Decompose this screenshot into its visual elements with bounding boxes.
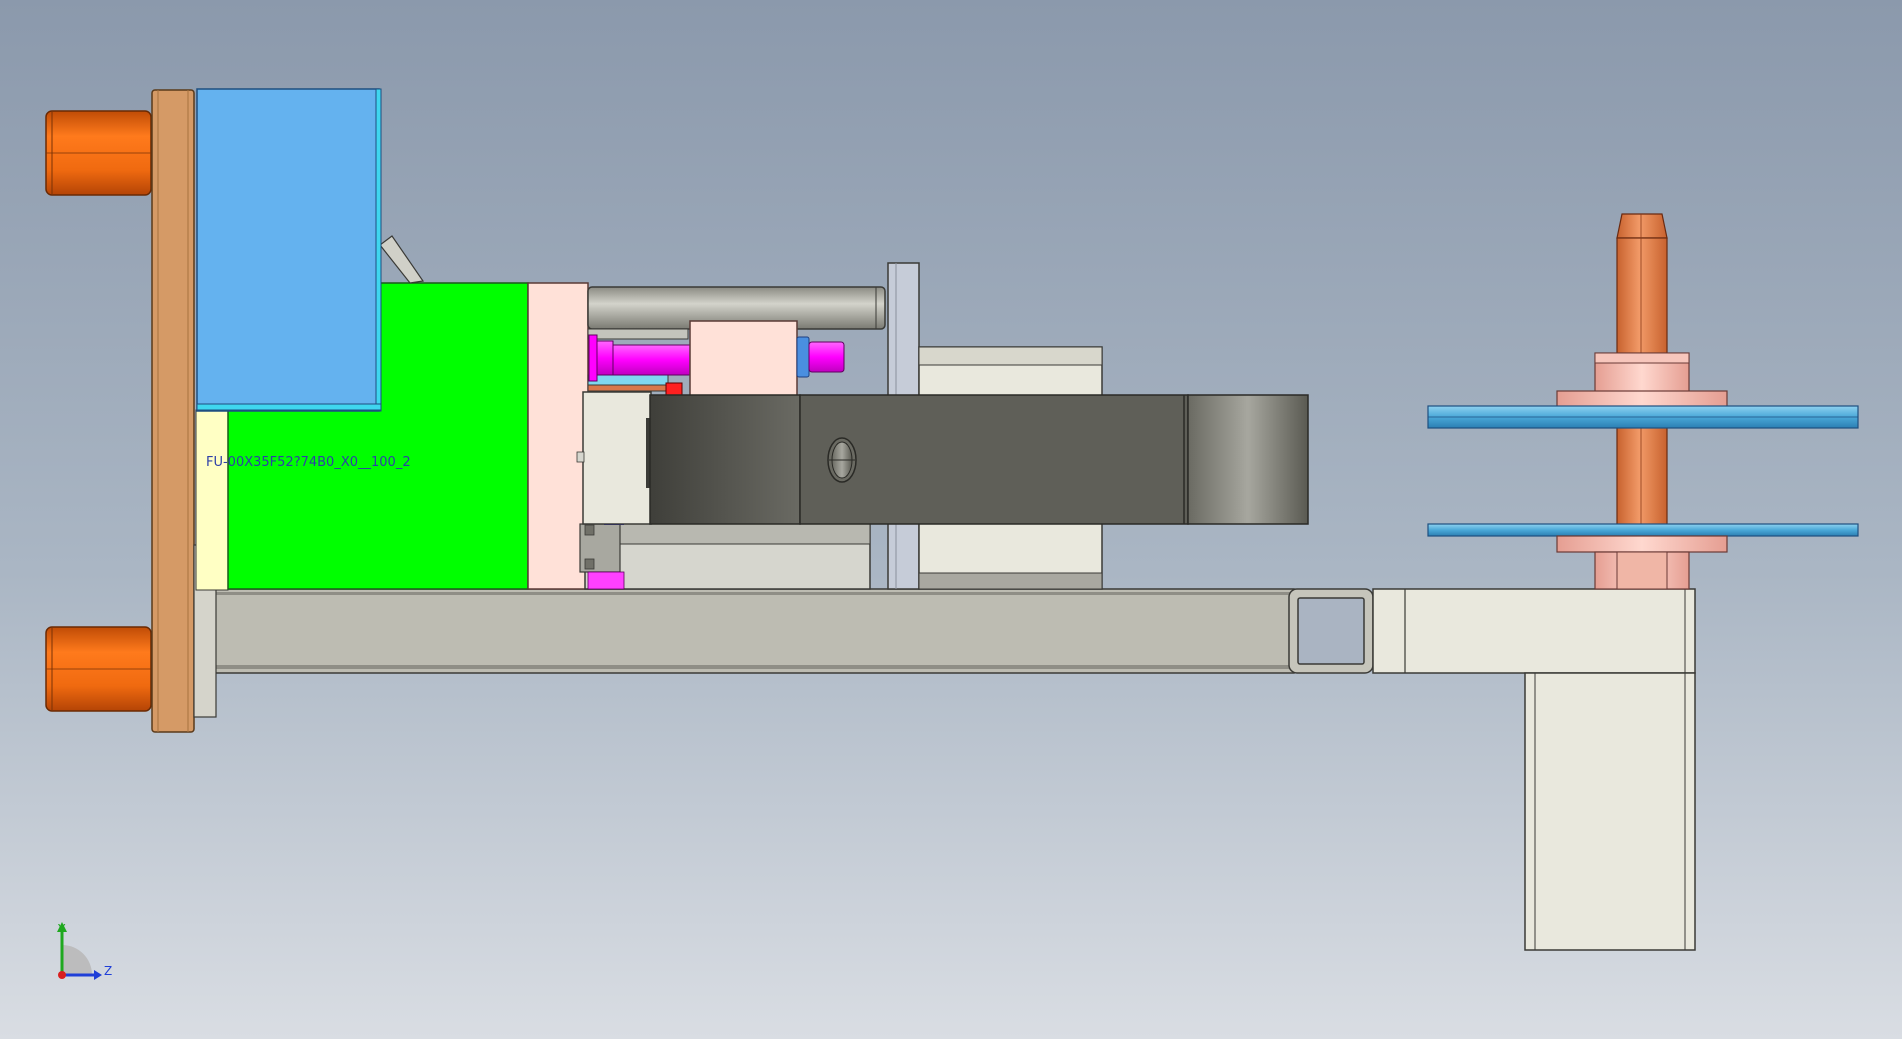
cad-model-view[interactable]: FU-00X35F52?74B0_X0__100_2 Y Z [0, 0, 1902, 1039]
orange-standoff-bottom[interactable] [45, 626, 152, 712]
orange-standoff-top[interactable] [45, 110, 152, 196]
right-bracket[interactable] [1372, 588, 1696, 951]
magenta-screw-tip [808, 341, 845, 373]
magenta-screw[interactable] [588, 334, 692, 382]
angled-bracket [379, 235, 425, 284]
cad-viewport[interactable]: FU-00X35F52?74B0_X0__100_2 Y Z [0, 0, 1902, 1039]
pink-block[interactable] [527, 282, 589, 590]
lower-cylinder[interactable] [579, 519, 871, 590]
upper-disc[interactable] [1427, 405, 1859, 429]
blue-cover-block[interactable] [196, 88, 382, 412]
pink-clamp-block[interactable] [689, 320, 798, 397]
tan-mounting-plate[interactable] [151, 89, 195, 733]
coordinate-triad: Y Z [57, 922, 112, 980]
base-beam[interactable] [173, 588, 1295, 674]
blue-nut [796, 336, 810, 378]
dark-lever-arm[interactable] [649, 394, 1309, 525]
red-marker [665, 382, 683, 396]
yellow-insulator[interactable] [195, 409, 229, 591]
lower-collar[interactable] [1556, 535, 1728, 590]
part-label: FU-00X35F52?74B0_X0__100_2 [206, 455, 411, 470]
z-axis-label: Z [104, 964, 112, 978]
square-tube-profile[interactable] [1288, 588, 1374, 674]
valve-body[interactable] [576, 391, 652, 525]
lower-disc[interactable] [1427, 523, 1859, 537]
y-axis-label: Y [57, 922, 66, 936]
